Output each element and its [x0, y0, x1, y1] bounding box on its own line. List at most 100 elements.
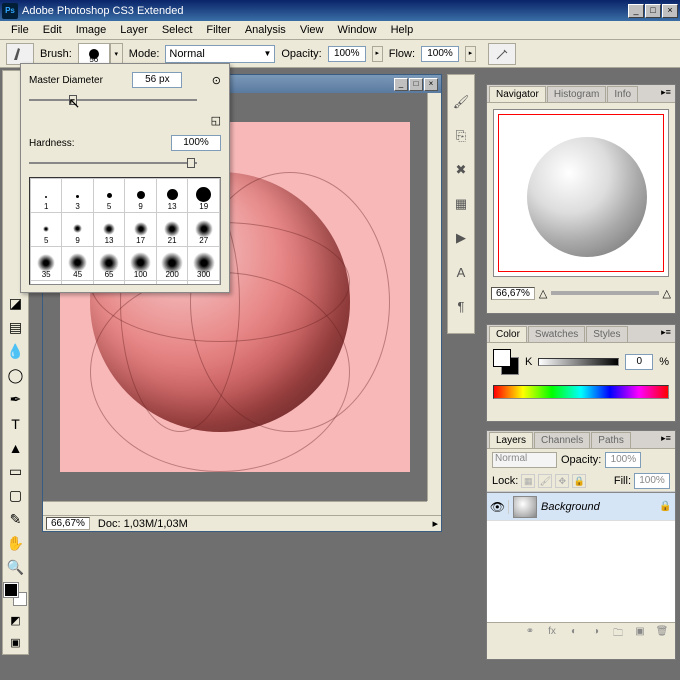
navigator-preview[interactable]: [493, 109, 669, 277]
color-spectrum[interactable]: [493, 385, 669, 399]
tab-color[interactable]: Color: [489, 326, 527, 342]
tab-histogram[interactable]: Histogram: [547, 86, 607, 102]
maximize-button[interactable]: □: [645, 4, 661, 18]
dodge-tool[interactable]: ◯: [4, 364, 27, 387]
opacity-flyout[interactable]: ▸: [372, 46, 383, 62]
hardness-slider[interactable]: [29, 155, 197, 171]
actions-dock-icon[interactable]: ▶: [452, 229, 470, 247]
blur-tool[interactable]: 💧: [4, 340, 27, 363]
lock-transparency-icon[interactable]: ▦: [521, 474, 535, 488]
notes-tool[interactable]: ▢: [4, 484, 27, 507]
app-icon: Ps: [2, 3, 18, 19]
tab-channels[interactable]: Channels: [534, 432, 590, 448]
menu-filter[interactable]: Filter: [199, 22, 237, 38]
lock-all-icon[interactable]: 🔒: [572, 474, 586, 488]
delete-layer-icon[interactable]: 🗑: [653, 626, 671, 642]
menu-view[interactable]: View: [293, 22, 331, 38]
adjustment-layer-icon[interactable]: ◑: [587, 626, 605, 642]
pen-tool[interactable]: ✒: [4, 388, 27, 411]
layer-mask-icon[interactable]: ◐: [565, 626, 583, 642]
clone-dock-icon[interactable]: ⎘: [452, 127, 470, 145]
visibility-icon[interactable]: 👁: [487, 500, 509, 514]
hand-tool[interactable]: ✋: [4, 532, 27, 555]
layer-opacity-label: Opacity:: [561, 454, 601, 466]
menu-help[interactable]: Help: [384, 22, 421, 38]
layer-thumbnail[interactable]: [513, 496, 537, 518]
tab-styles[interactable]: Styles: [586, 326, 627, 342]
paragraph-dock-icon[interactable]: ¶: [452, 297, 470, 315]
tab-navigator[interactable]: Navigator: [489, 86, 546, 102]
nav-zoom-field[interactable]: 66,67%: [491, 287, 535, 300]
vertical-scrollbar[interactable]: [427, 93, 441, 501]
gradient-tool[interactable]: ▤: [4, 316, 27, 339]
doc-close[interactable]: ×: [424, 78, 438, 91]
close-button[interactable]: ×: [662, 4, 678, 18]
link-layers-icon[interactable]: ⚭: [521, 626, 539, 642]
tab-layers[interactable]: Layers: [489, 432, 533, 448]
brushes-dock-icon[interactable]: 🖌: [452, 93, 470, 111]
tab-swatches[interactable]: Swatches: [528, 326, 585, 342]
diameter-slider[interactable]: [29, 92, 197, 108]
fill-field[interactable]: 100%: [634, 473, 670, 489]
zoom-field[interactable]: 66,67%: [46, 517, 90, 530]
hardness-field[interactable]: 100%: [171, 135, 221, 151]
shape-tool[interactable]: ▭: [4, 460, 27, 483]
menu-select[interactable]: Select: [155, 22, 200, 38]
layers-menu-icon[interactable]: ▸≡: [659, 433, 673, 445]
eyedropper-tool[interactable]: ✎: [4, 508, 27, 531]
character-dock-icon[interactable]: A: [452, 263, 470, 281]
lock-position-icon[interactable]: ✥: [555, 474, 569, 488]
color-panel-swatches[interactable]: [493, 349, 519, 375]
layer-style-icon[interactable]: fx: [543, 626, 561, 642]
layer-opacity-field[interactable]: 100%: [605, 452, 641, 468]
layers-comp-dock-icon[interactable]: ▦: [452, 195, 470, 213]
k-value-field[interactable]: 0: [625, 354, 653, 370]
navigator-menu-icon[interactable]: ▸≡: [659, 87, 673, 99]
airbrush-toggle[interactable]: [488, 43, 516, 65]
eraser-tool[interactable]: ◪: [4, 292, 27, 315]
menu-image[interactable]: Image: [69, 22, 114, 38]
layer-row-background[interactable]: 👁 Background 🔒: [487, 493, 675, 521]
path-select-tool[interactable]: ▲: [4, 436, 27, 459]
minimize-button[interactable]: _: [628, 4, 644, 18]
new-preset-icon[interactable]: ◱: [211, 115, 221, 127]
menu-layer[interactable]: Layer: [113, 22, 155, 38]
brush-preset-grid[interactable]: 1 3 5 9 13 19 5 9 13 17 21 27 35 4: [29, 177, 221, 285]
zoom-out-icon[interactable]: △: [539, 287, 547, 300]
brush-preview[interactable]: 56: [78, 43, 110, 65]
k-slider[interactable]: [538, 358, 619, 366]
color-menu-icon[interactable]: ▸≡: [659, 327, 673, 339]
brush-dropdown-arrow[interactable]: ▾: [110, 43, 123, 65]
opacity-field[interactable]: 100%: [328, 46, 366, 62]
group-icon[interactable]: 🗀: [609, 626, 627, 642]
tab-paths[interactable]: Paths: [591, 432, 631, 448]
zoom-in-icon[interactable]: △: [663, 287, 671, 300]
menu-analysis[interactable]: Analysis: [238, 22, 293, 38]
flow-field[interactable]: 100%: [421, 46, 459, 62]
tab-info[interactable]: Info: [607, 86, 638, 102]
layer-name[interactable]: Background: [541, 501, 659, 513]
screenmode-toggle[interactable]: ▣: [4, 632, 27, 652]
horizontal-scrollbar[interactable]: [43, 501, 427, 515]
current-tool-icon[interactable]: [6, 43, 34, 65]
tool-presets-dock-icon[interactable]: ✖: [452, 161, 470, 179]
blend-mode-select[interactable]: Normal: [492, 452, 557, 468]
color-swatches[interactable]: [4, 583, 27, 606]
foreground-swatch[interactable]: [4, 583, 18, 597]
nav-zoom-slider[interactable]: [551, 291, 658, 295]
menu-edit[interactable]: Edit: [36, 22, 69, 38]
flyout-icon[interactable]: ⊙: [212, 74, 221, 87]
flow-flyout[interactable]: ▸: [465, 46, 476, 62]
new-layer-icon[interactable]: ▣: [631, 626, 649, 642]
doc-minimize[interactable]: _: [394, 78, 408, 91]
mode-select[interactable]: Normal▼: [165, 45, 275, 63]
type-tool[interactable]: T: [4, 412, 27, 435]
menu-window[interactable]: Window: [330, 22, 383, 38]
quickmask-toggle[interactable]: ◩: [4, 610, 27, 630]
brush-label: Brush:: [40, 48, 72, 60]
diameter-field[interactable]: 56 px: [132, 72, 182, 88]
doc-maximize[interactable]: □: [409, 78, 423, 91]
lock-pixels-icon[interactable]: 🖌: [538, 474, 552, 488]
zoom-tool[interactable]: 🔍: [4, 556, 27, 579]
menu-file[interactable]: File: [4, 22, 36, 38]
